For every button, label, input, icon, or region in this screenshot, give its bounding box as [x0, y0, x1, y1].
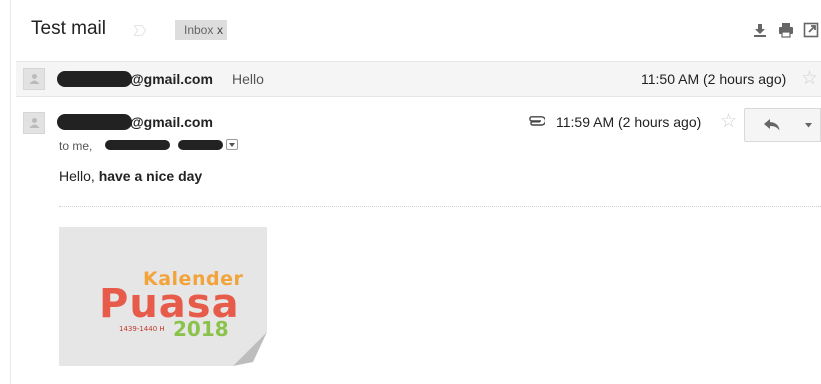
more-options-button[interactable]: [796, 108, 821, 142]
collapsed-message-row[interactable]: @gmail.com Hello 11:50 AM (2 hours ago) …: [16, 61, 821, 97]
to-prefix: to me,: [59, 139, 93, 153]
message-snippet: Hello: [232, 71, 264, 87]
download-icon[interactable]: [752, 22, 768, 38]
redacted-recipient: [178, 140, 223, 150]
sender-email: @gmail.com: [130, 114, 213, 130]
avatar: [23, 112, 45, 134]
person-icon: [29, 74, 40, 84]
redacted-sender-name: [57, 71, 132, 87]
reply-icon: [764, 119, 780, 131]
chevron-down-icon: [805, 123, 812, 128]
message-body: Hello, have a nice day: [59, 168, 202, 184]
attachment-thumbnail[interactable]: Kalender Puasa 1439-1440 H 2018: [59, 227, 267, 366]
reply-button[interactable]: [744, 108, 797, 142]
thumbnail-text-dates: 1439-1440 H: [119, 325, 165, 333]
redacted-recipient: [105, 140, 170, 150]
label-chip-inbox[interactable]: Inbox x: [175, 20, 227, 40]
avatar: [23, 68, 45, 90]
page-curl-icon: [233, 332, 267, 366]
redacted-sender-name: [57, 114, 132, 130]
important-marker-icon[interactable]: [134, 25, 146, 36]
print-icon[interactable]: [778, 22, 794, 38]
remove-label-button[interactable]: x: [217, 20, 223, 40]
sender-email: @gmail.com: [130, 71, 213, 87]
body-greeting: Hello,: [59, 168, 95, 184]
attachment-divider: [59, 206, 821, 207]
person-icon: [29, 118, 40, 128]
new-window-icon[interactable]: [803, 22, 819, 38]
thread-subject: Test mail: [31, 18, 106, 39]
left-panel-edge: [0, 0, 11, 384]
recipients-line: to me,: [59, 139, 92, 153]
message-time: 11:59 AM (2 hours ago): [556, 114, 702, 130]
label-name: Inbox: [184, 23, 214, 37]
message-time: 11:50 AM (2 hours ago): [641, 71, 787, 87]
show-details-button[interactable]: [226, 139, 238, 150]
body-bold-text: have a nice day: [98, 168, 203, 184]
chevron-down-icon: [229, 143, 235, 147]
thumbnail-text-year: 2018: [173, 317, 229, 341]
star-icon[interactable]: ☆: [801, 69, 818, 88]
star-icon[interactable]: ☆: [720, 112, 737, 131]
attachment-icon: [529, 116, 545, 126]
